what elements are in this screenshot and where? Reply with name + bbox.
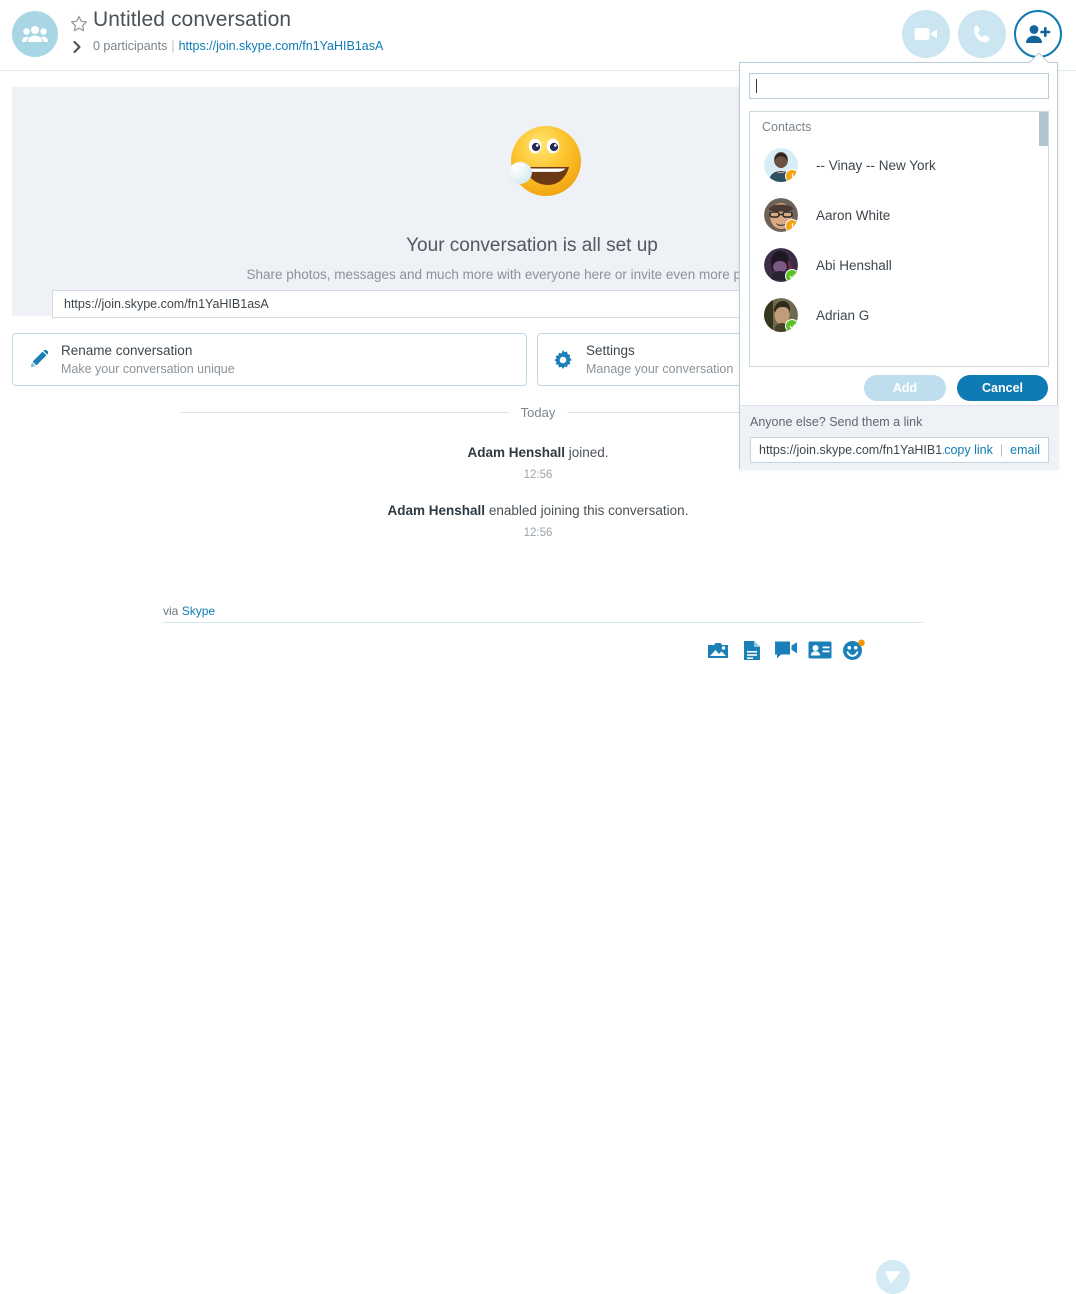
add-people-button[interactable] — [1014, 10, 1062, 58]
emoticon-button[interactable] — [842, 638, 866, 662]
rename-card-subtitle: Make your conversation unique — [61, 361, 235, 376]
emoticon-icon — [843, 639, 865, 660]
avatar — [764, 198, 798, 232]
add-button[interactable]: Add — [864, 375, 946, 401]
rename-conversation-card[interactable]: Rename conversation Make your conversati… — [12, 333, 527, 386]
contact-name: Aaron White — [816, 207, 891, 223]
photo-icon — [708, 643, 728, 658]
contact-list-item[interactable]: -- Vinay -- New York — [750, 140, 1048, 190]
share-link-value: https://join.skype.com/fn1YaHIB1... — [759, 443, 945, 457]
footer-separator: | — [999, 443, 1004, 457]
clock-badge-icon — [785, 169, 798, 182]
contact-list-item[interactable]: Adrian G — [750, 290, 1048, 340]
rename-card-text: Rename conversation Make your conversati… — [61, 342, 235, 378]
conversation-avatar — [12, 11, 58, 57]
settings-card-text: Settings Manage your conversation — [586, 342, 733, 378]
clock-badge-icon — [785, 219, 798, 232]
group-icon — [22, 26, 48, 42]
contacts-list-header: Contacts — [762, 120, 812, 134]
email-button[interactable]: email — [1010, 443, 1040, 457]
send-contact-button[interactable] — [808, 638, 832, 662]
audio-call-icon — [973, 25, 989, 42]
audio-call-button[interactable] — [958, 10, 1006, 58]
avatar — [764, 248, 798, 282]
favorite-star-icon[interactable] — [70, 15, 88, 33]
contact-list-item[interactable]: Abi Henshall — [750, 240, 1048, 290]
divider-rule-left — [180, 411, 509, 413]
message-time: 12:56 — [523, 469, 553, 481]
settings-card-subtitle: Manage your conversation — [586, 361, 734, 376]
share-link-section: Anyone else? Send them a link https://jo… — [740, 405, 1059, 470]
contact-name: -- Vinay -- New York — [816, 157, 936, 173]
contacts-scrollbar[interactable] — [1039, 112, 1048, 366]
subline-separator: | — [171, 39, 175, 53]
contact-name: Abi Henshall — [816, 257, 892, 273]
chevron-right-icon[interactable] — [71, 40, 83, 54]
pencil-icon — [25, 347, 51, 373]
participant-count: 0 participants — [93, 39, 168, 53]
check-badge-icon — [785, 269, 798, 282]
popup-caret — [1029, 52, 1049, 63]
add-person-icon — [1026, 25, 1051, 43]
avatar — [764, 298, 798, 332]
send-button[interactable] — [876, 1260, 910, 1294]
check-badge-icon — [785, 319, 798, 332]
file-icon — [744, 640, 760, 660]
contacts-list[interactable]: Contacts -- Vinay -- New York Aaron Whit… — [749, 111, 1049, 367]
conversation-header: Untitled conversation 0 participants | htt… — [0, 0, 1076, 71]
scrollbar-thumb[interactable] — [1039, 112, 1048, 146]
system-message: Adam Henshall enabled joining this conve… — [0, 503, 1076, 518]
conversation-subline: 0 participants | https://join.skype.com/fn… — [93, 39, 383, 53]
text-cursor — [756, 79, 757, 93]
message-text: enabled joining this conversation. — [485, 503, 689, 518]
contact-card-icon — [808, 641, 832, 659]
message-actor: Adam Henshall — [387, 503, 486, 518]
rename-card-title: Rename conversation — [61, 342, 193, 358]
day-label: Today — [520, 404, 556, 420]
via-footer: via Skype — [163, 604, 923, 623]
skype-link[interactable]: Skype — [182, 604, 215, 618]
video-message-icon — [775, 641, 797, 659]
join-link[interactable]: https://join.skype.com/fn1YaHIB1asA — [179, 39, 384, 53]
message-text: joined. — [564, 445, 609, 460]
copy-link-button[interactable]: copy link — [944, 443, 993, 457]
send-icon — [884, 1271, 902, 1284]
cancel-button[interactable]: Cancel — [957, 375, 1048, 401]
gear-icon — [550, 347, 576, 373]
wave-smiley-emoji — [508, 126, 581, 196]
contact-search-input[interactable] — [749, 73, 1049, 99]
add-people-popup: Contacts -- Vinay -- New York Aaron Whit… — [739, 62, 1059, 470]
video-call-icon — [914, 28, 937, 40]
contact-list-item[interactable]: Aaron White — [750, 190, 1048, 240]
send-file-button[interactable] — [740, 638, 764, 662]
avatar — [764, 148, 798, 182]
send-photo-button[interactable] — [706, 638, 730, 662]
message-actor: Adam Henshall — [467, 445, 565, 460]
share-link-field[interactable]: https://join.skype.com/fn1YaHIB1... copy… — [750, 437, 1049, 463]
settings-card-title: Settings — [586, 342, 635, 358]
join-link-value: https://join.skype.com/fn1YaHIB1asA — [64, 297, 269, 311]
share-link-label: Anyone else? Send them a link — [750, 415, 923, 429]
contact-name: Adrian G — [816, 307, 870, 323]
message-time: 12:56 — [523, 527, 553, 539]
video-message-button[interactable] — [774, 638, 798, 662]
page-title: Untitled conversation — [93, 8, 292, 31]
composer-toolbar — [0, 625, 1076, 1294]
video-call-button[interactable] — [902, 10, 950, 58]
via-prefix: via — [163, 604, 182, 618]
